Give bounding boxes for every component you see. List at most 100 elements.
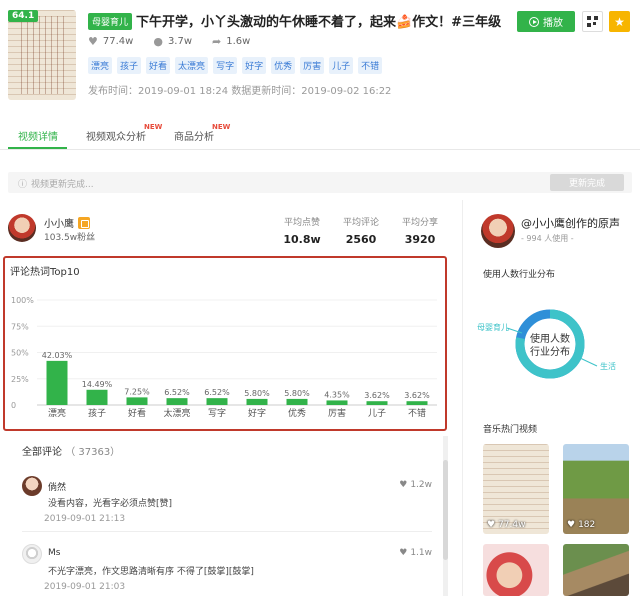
bar[interactable] [246, 398, 268, 405]
comment-icon: ● [153, 35, 163, 48]
bar[interactable] [366, 401, 388, 405]
bar[interactable] [206, 398, 228, 405]
hot-videos-title: 音乐热门视频 [483, 425, 538, 435]
qr-code-button[interactable] [582, 11, 603, 32]
new-badge: NEW [144, 123, 163, 131]
comment-keyword-chart-panel: 评论热词Top10 0 25% 50% 75% 100% 42.03% 漂亮 14.49% 孩子… [3, 256, 447, 431]
heart-icon: ♥ [399, 548, 408, 558]
tab-audience-analysis[interactable]: 视频观众分析 NEW [86, 123, 162, 143]
heart-icon: ♥ [399, 480, 408, 490]
tag-item[interactable]: 孩子 [117, 57, 142, 74]
tag-item[interactable]: 儿子 [329, 57, 354, 74]
commenter-avatar[interactable] [22, 476, 42, 496]
tab-label: 视频观众分析 [86, 132, 146, 143]
comments-value: 3.7w [167, 36, 193, 47]
tab-label: 商品分析 [174, 132, 214, 143]
avg-label: 平均点赞 [283, 218, 320, 228]
comments-stat: ● 3.7w [153, 36, 192, 47]
donut-label-life: 生活 [600, 361, 616, 371]
avg-label: 平均分享 [401, 218, 438, 228]
x-tick-label: 好字 [248, 407, 266, 419]
comments-count: （ 37363） [65, 447, 121, 458]
x-tick-label: 写字 [208, 407, 226, 419]
avg-value: 3920 [404, 233, 436, 246]
avg-likes: 平均点赞 10.8w [272, 215, 332, 246]
hot-video-like-count: 77.4w [498, 520, 526, 530]
play-label: 播放 [543, 18, 563, 29]
donut-center-line1: 使用人数 [530, 332, 570, 345]
y-tick-label: 100% [11, 296, 34, 305]
new-badge: NEW [212, 123, 231, 131]
bar[interactable] [166, 398, 188, 405]
comment-text: 不光字漂亮，作文思路清晰有序 不得了[鼓掌][鼓掌] [48, 567, 254, 577]
update-message-text: 视频更新完成... [31, 180, 94, 190]
tag-item[interactable]: 厉害 [300, 57, 325, 74]
play-button[interactable]: 播放 [517, 11, 575, 32]
tab-video-detail[interactable]: 视频详情 [18, 128, 58, 143]
avg-comments: 平均评论 2560 [331, 215, 391, 246]
video-thumbnail[interactable] [8, 10, 76, 100]
bar-value-label: 7.25% [124, 387, 150, 396]
heart-icon: ♥ [567, 520, 576, 530]
category-badge: 母婴育儿 [88, 13, 133, 30]
tag-item[interactable]: 不错 [358, 57, 383, 74]
tag-item[interactable]: 优秀 [271, 57, 296, 74]
bar-value-label: 3.62% [364, 391, 390, 400]
hot-video-thumbnail[interactable]: ♥ 77.4w [483, 444, 549, 534]
bar[interactable] [286, 398, 308, 405]
heart-icon: ♥ [487, 520, 496, 530]
tag-item[interactable]: 写字 [213, 57, 238, 74]
hot-video-like-count: 182 [578, 520, 596, 530]
hot-video-thumbnail[interactable] [483, 544, 549, 596]
avg-value: 10.8w [283, 233, 321, 246]
bar[interactable] [86, 389, 108, 405]
comments-header: 全部评论 （ 37363） [22, 443, 120, 458]
tag-item[interactable]: 太漂亮 [175, 57, 209, 74]
industry-donut-chart: 使用人数 行业分布 母婴育儿 生活 [477, 309, 616, 379]
comments-scroll-thumb[interactable] [443, 460, 448, 560]
hot-video-thumbnail[interactable]: ♥ 182 [563, 444, 629, 534]
tag-list: 漂亮 孩子 好看 太漂亮 写字 好字 优秀 厉害 儿子 不错 [88, 57, 383, 74]
x-tick-label: 不错 [408, 407, 426, 419]
play-icon [529, 16, 539, 27]
bar[interactable] [46, 360, 68, 405]
bar-value-label: 14.49% [82, 380, 113, 389]
y-tick-label: 50% [11, 349, 29, 358]
bar[interactable] [126, 397, 148, 405]
comment-like-count: 1.2w [410, 480, 432, 490]
heart-icon: ♥ [88, 35, 98, 48]
bar[interactable] [326, 400, 348, 405]
score-badge: 64.1 [8, 10, 39, 22]
commenter-name[interactable]: 倘然 [48, 480, 66, 493]
comment-likes[interactable]: ♥ 1.1w [399, 548, 432, 558]
favorite-button[interactable]: ★ [609, 11, 630, 32]
donut-label-parenting: 母婴育儿 [477, 322, 509, 332]
hot-video-thumbnail[interactable] [563, 544, 629, 596]
bar-value-label: 42.03% [42, 351, 73, 360]
star-icon: ★ [614, 14, 625, 29]
update-complete-button[interactable]: 更新完成 [550, 174, 624, 191]
avg-label: 平均评论 [342, 218, 379, 228]
publish-time: 发布时间：2019-09-01 18:24 [88, 86, 229, 97]
comment-likes[interactable]: ♥ 1.2w [399, 480, 432, 490]
author-fans: 103.5w粉丝 [44, 233, 96, 243]
author-avatar[interactable] [8, 214, 36, 242]
comment-time: 2019-09-01 21:13 [44, 514, 126, 524]
video-title: 下午开学，小丫头激动的午休睡不着了，起来🍰作文！#三年级 [136, 15, 502, 30]
commenter-avatar[interactable] [22, 544, 42, 564]
comment-text: 没看内容，光看字必须点赞[赞] [48, 499, 173, 509]
y-tick-label: 75% [11, 322, 29, 331]
comment-like-count: 1.1w [410, 548, 432, 558]
x-tick-label: 漂亮 [48, 407, 66, 419]
tag-item[interactable]: 好看 [146, 57, 171, 74]
tag-item[interactable]: 漂亮 [88, 57, 113, 74]
author-name[interactable]: 小小鹰 [44, 215, 74, 230]
bar[interactable] [406, 401, 428, 405]
tab-bar: 视频详情 视频观众分析 NEW 商品分析 NEW [0, 118, 640, 150]
timestamps: 发布时间：2019-09-01 18:24 数据更新时间：2019-09-02 … [88, 82, 391, 97]
tab-product-analysis[interactable]: 商品分析 NEW [174, 123, 230, 143]
music-panel: @小小鹰创作的原声 - 994 人使用 - 使用人数行业分布 使用人数 行业分布… [462, 200, 640, 596]
commenter-name[interactable]: Ms [48, 548, 60, 558]
x-tick-label: 孩子 [88, 407, 106, 419]
tag-item[interactable]: 好字 [242, 57, 267, 74]
